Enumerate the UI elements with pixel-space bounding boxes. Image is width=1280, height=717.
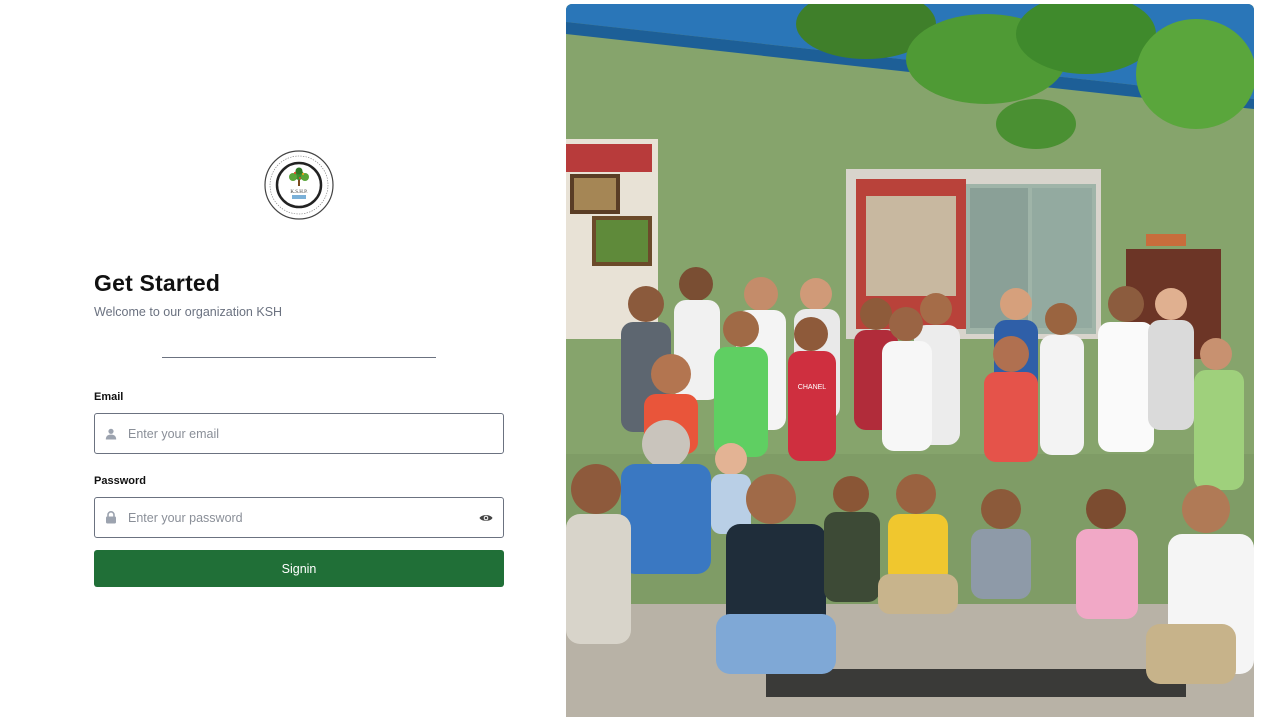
page-title: Get Started xyxy=(94,270,221,296)
user-icon xyxy=(104,427,118,441)
svg-text:K.S.H.P.: K.S.H.P. xyxy=(290,190,307,195)
login-panel: K.S.H.P. Get Started Welcome to our orga… xyxy=(0,0,565,717)
eye-icon[interactable] xyxy=(478,510,494,526)
lock-icon xyxy=(104,511,118,525)
group-photo: CHANEL xyxy=(566,4,1254,717)
svg-text:CHANEL: CHANEL xyxy=(798,384,827,391)
organization-logo: K.S.H.P. xyxy=(264,150,334,220)
email-input[interactable] xyxy=(128,414,503,453)
email-field[interactable] xyxy=(94,413,504,454)
password-input[interactable] xyxy=(128,498,478,537)
logo-seal-icon: K.S.H.P. xyxy=(264,150,334,220)
password-field[interactable] xyxy=(94,497,504,538)
password-label: Password xyxy=(94,475,146,487)
group-photo-image: CHANEL xyxy=(566,4,1254,717)
signin-button[interactable]: Signin xyxy=(94,550,504,587)
divider xyxy=(162,357,436,358)
page-subtitle: Welcome to our organization KSH xyxy=(94,305,283,319)
login-page: K.S.H.P. Get Started Welcome to our orga… xyxy=(0,0,1280,717)
email-label: Email xyxy=(94,391,124,403)
